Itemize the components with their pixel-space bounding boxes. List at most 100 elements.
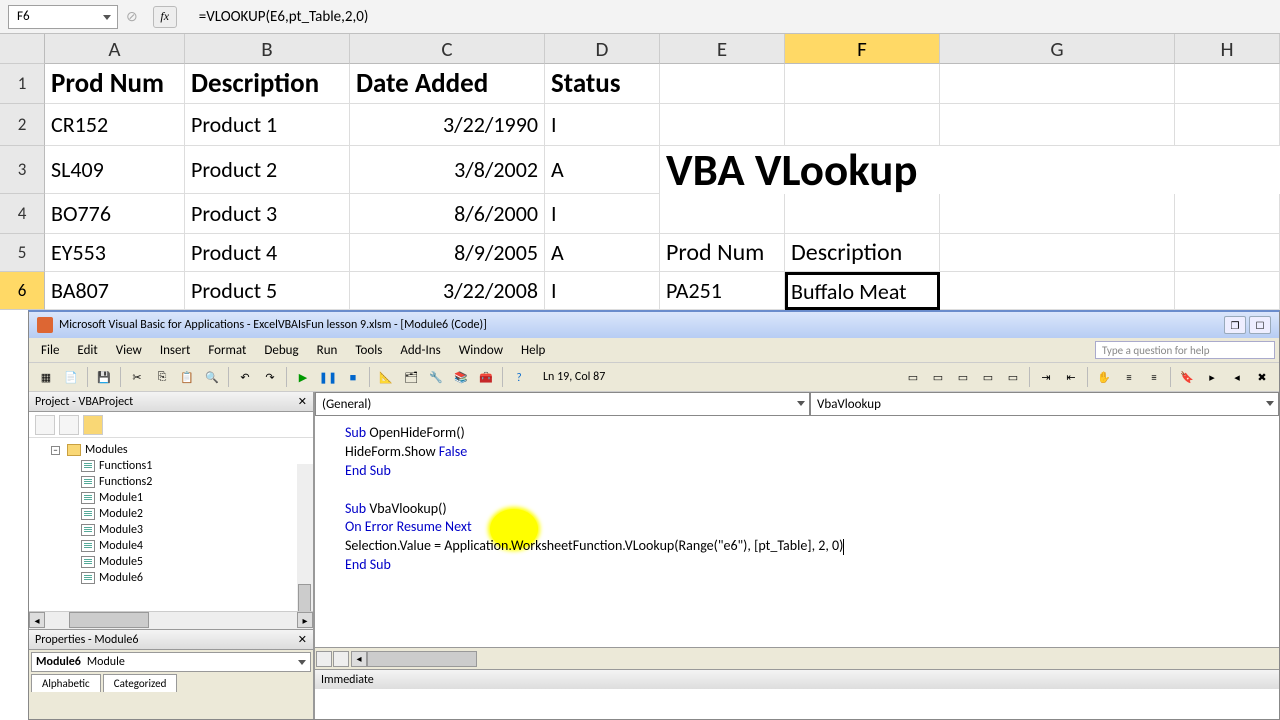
formula-input[interactable] (185, 5, 1280, 29)
cell-F5[interactable]: Description (785, 234, 940, 272)
cell-D6[interactable]: I (545, 272, 660, 310)
cell-C2[interactable]: 3/22/1990 (350, 104, 545, 146)
cell-F4[interactable] (785, 194, 940, 234)
cell-C4[interactable]: 8/6/2000 (350, 194, 545, 234)
cell-D4[interactable]: I (545, 194, 660, 234)
row-header-1[interactable]: 1 (0, 64, 45, 104)
cell-A1[interactable]: Prod Num (45, 64, 185, 104)
tb-icon-2[interactable]: ▭ (927, 366, 949, 388)
cell-B6[interactable]: Product 5 (185, 272, 350, 310)
cell-G4[interactable] (940, 194, 1175, 234)
module-module1[interactable]: Module1 (31, 490, 311, 506)
toggle-folders-icon[interactable] (83, 415, 103, 435)
cell-H2[interactable] (1175, 104, 1280, 146)
tb-icon-3[interactable]: ▭ (952, 366, 974, 388)
menu-help[interactable]: Help (513, 341, 553, 360)
tab-categorized[interactable]: Categorized (103, 674, 178, 692)
menu-debug[interactable]: Debug (256, 341, 306, 360)
clear-bookmark-icon[interactable]: ✖ (1251, 366, 1273, 388)
cell-E4[interactable] (660, 194, 785, 234)
uncomment-icon[interactable]: ≡ (1143, 366, 1165, 388)
view-code-icon[interactable] (35, 415, 55, 435)
close-project-pane-icon[interactable]: ✕ (298, 395, 307, 408)
indent-icon[interactable]: ⇥ (1035, 366, 1057, 388)
module-functions1[interactable]: Functions1 (31, 458, 311, 474)
menu-file[interactable]: File (33, 341, 67, 360)
fx-button[interactable]: fx (153, 6, 177, 28)
copy-icon[interactable]: ⎘ (151, 366, 173, 388)
cell-E5[interactable]: Prod Num (660, 234, 785, 272)
cell-H1[interactable] (1175, 64, 1280, 104)
cut-icon[interactable]: ✂ (126, 366, 148, 388)
next-bookmark-icon[interactable]: ▸ (1201, 366, 1223, 388)
cell-H5[interactable] (1175, 234, 1280, 272)
cell-E1[interactable] (660, 64, 785, 104)
cell-G5[interactable] (940, 234, 1175, 272)
col-header-H[interactable]: H (1175, 34, 1280, 64)
row-header-2[interactable]: 2 (0, 104, 45, 146)
reset-icon[interactable]: ■ (342, 366, 364, 388)
immediate-window[interactable] (315, 689, 1279, 719)
object-combo[interactable]: (General) (315, 392, 810, 416)
redo-icon[interactable]: ↷ (259, 366, 281, 388)
properties-object-combo[interactable]: Module6Module (31, 652, 311, 672)
module-module3[interactable]: Module3 (31, 522, 311, 538)
cell-A5[interactable]: EY553 (45, 234, 185, 272)
row-header-4[interactable]: 4 (0, 194, 45, 234)
row-header-6[interactable]: 6 (0, 272, 45, 310)
cell-G6[interactable] (940, 272, 1175, 310)
menu-run[interactable]: Run (309, 341, 346, 360)
cell-D5[interactable]: A (545, 234, 660, 272)
procedure-view-icon[interactable] (333, 651, 349, 667)
insert-module-icon[interactable]: 📄 (60, 366, 82, 388)
cell-C5[interactable]: 8/9/2005 (350, 234, 545, 272)
tb-icon-1[interactable]: ▭ (902, 366, 924, 388)
cell-F1[interactable] (785, 64, 940, 104)
cell-D2[interactable]: I (545, 104, 660, 146)
cell-C3[interactable]: 3/8/2002 (350, 146, 545, 194)
module-module2[interactable]: Module2 (31, 506, 311, 522)
project-tree[interactable]: −Modules Functions1 Functions2 Module1 M… (29, 438, 313, 611)
module-functions2[interactable]: Functions2 (31, 474, 311, 490)
help-icon[interactable]: ? (508, 366, 530, 388)
paste-icon[interactable]: 📋 (176, 366, 198, 388)
tb-icon-5[interactable]: ▭ (1002, 366, 1024, 388)
cell-B3[interactable]: Product 2 (185, 146, 350, 194)
maximize-icon[interactable]: ☐ (1249, 316, 1271, 334)
object-browser-icon[interactable]: 📚 (450, 366, 472, 388)
menu-format[interactable]: Format (200, 341, 254, 360)
col-header-F[interactable]: F (785, 34, 940, 64)
cell-B5[interactable]: Product 4 (185, 234, 350, 272)
cell-C6[interactable]: 3/22/2008 (350, 272, 545, 310)
row-header-3[interactable]: 3 (0, 146, 45, 194)
full-module-view-icon[interactable] (316, 651, 332, 667)
code-editor[interactable]: Sub OpenHideForm() HideForm.Show False E… (315, 416, 1279, 647)
cell-G1[interactable] (940, 64, 1175, 104)
module-module5[interactable]: Module5 (31, 554, 311, 570)
cell-G2[interactable] (940, 104, 1175, 146)
help-search[interactable]: Type a question for help (1095, 341, 1275, 359)
menu-window[interactable]: Window (451, 341, 511, 360)
col-header-E[interactable]: E (660, 34, 785, 64)
module-module4[interactable]: Module4 (31, 538, 311, 554)
cell-B4[interactable]: Product 3 (185, 194, 350, 234)
module-module6[interactable]: Module6 (31, 570, 311, 586)
design-mode-icon[interactable]: 📐 (375, 366, 397, 388)
menu-tools[interactable]: Tools (347, 341, 390, 360)
vbe-titlebar[interactable]: Microsoft Visual Basic for Applications … (29, 312, 1279, 338)
cell-F6-selected[interactable]: Buffalo Meat (785, 272, 940, 310)
save-icon[interactable]: 💾 (93, 366, 115, 388)
project-hscroll[interactable]: ◂▸ (29, 611, 313, 629)
cell-H4[interactable] (1175, 194, 1280, 234)
cell-F2[interactable] (785, 104, 940, 146)
close-properties-pane-icon[interactable]: ✕ (298, 633, 307, 646)
view-excel-icon[interactable]: ▦ (35, 366, 57, 388)
hscroll-thumb[interactable] (367, 651, 477, 667)
select-all-corner[interactable] (0, 34, 45, 64)
col-header-B[interactable]: B (185, 34, 350, 64)
row-header-5[interactable]: 5 (0, 234, 45, 272)
cell-E6[interactable]: PA251 (660, 272, 785, 310)
project-vscroll[interactable] (297, 464, 313, 611)
col-header-D[interactable]: D (545, 34, 660, 64)
tab-alphabetic[interactable]: Alphabetic (31, 674, 101, 692)
